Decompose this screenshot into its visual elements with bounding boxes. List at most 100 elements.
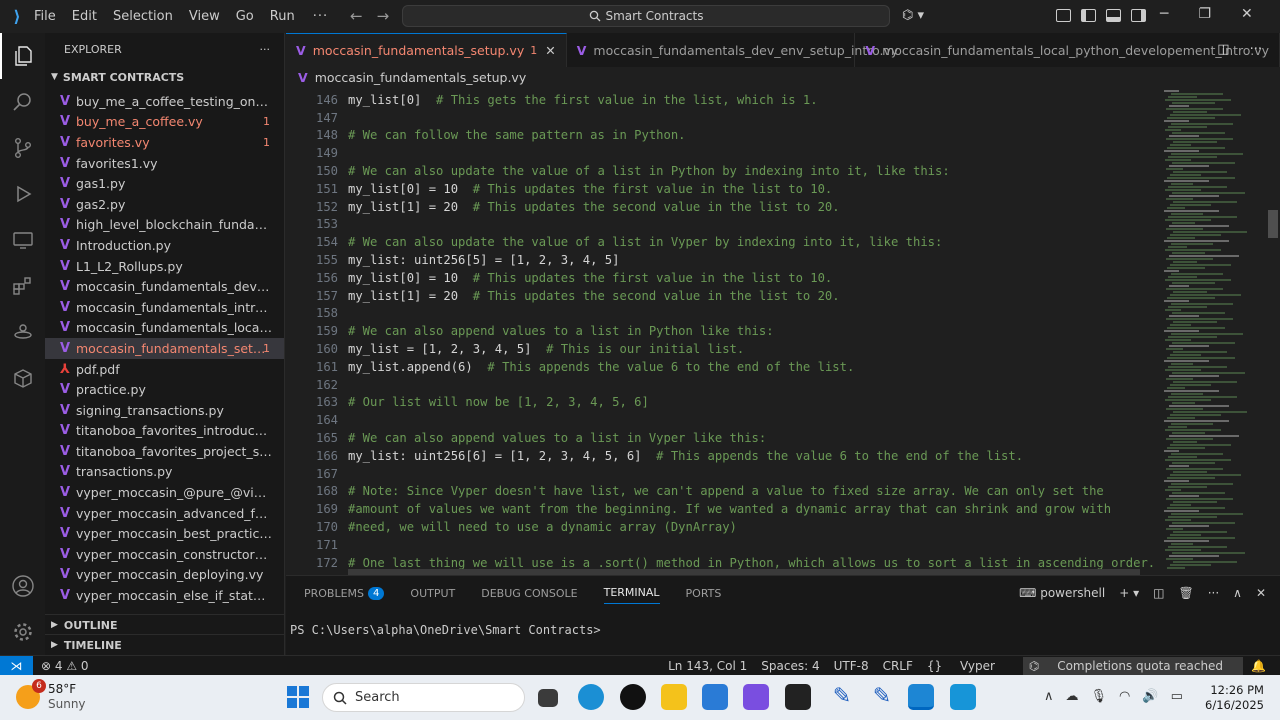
code-editor[interactable]: 146 my_list[0] # This gets the first valu… (286, 87, 1160, 575)
menu-item-run[interactable]: Run (270, 9, 295, 24)
panel-tab-problems[interactable]: PROBLEMS 4 (304, 586, 385, 600)
forward-arrow-icon[interactable]: → (377, 7, 390, 25)
file-item[interactable]: Vbuy_me_a_coffee.vy 1 (45, 112, 284, 133)
file-item[interactable]: Vvyper_moccasin_else_if_statements.vy (45, 585, 284, 606)
file-item[interactable]: Vtransactions.py (45, 462, 284, 483)
settings-gear-icon[interactable] (0, 609, 45, 655)
extensions-icon[interactable] (0, 263, 45, 309)
outline-section[interactable]: ▶ OUTLINE (45, 614, 284, 635)
screen-app-icon[interactable] (950, 684, 976, 710)
menu-more-icon[interactable]: ··· (313, 9, 328, 24)
accounts-icon[interactable] (0, 563, 45, 609)
clipchamp-icon[interactable] (743, 684, 769, 710)
clock[interactable]: 12:26 PM 6/16/2025 (1205, 683, 1264, 713)
toggle-secondary-sidebar-icon[interactable] (1131, 9, 1146, 22)
chevron-up-icon[interactable]: ∧ (1044, 689, 1054, 704)
copilot-icon[interactable]: ⌬ ▾ (902, 8, 924, 23)
minimize-icon[interactable]: ─ (1160, 6, 1168, 22)
split-terminal-icon[interactable]: ◫ (1153, 586, 1164, 600)
editor-tab[interactable]: Vmoccasin_fundamentals_dev_env_setup_int… (567, 33, 898, 67)
terminal-app-icon[interactable] (785, 684, 811, 710)
file-item[interactable]: ⅄ pdf.pdf (45, 359, 284, 380)
file-item[interactable]: Vvyper_moccasin_advanced_functions... (45, 503, 284, 524)
taskbar-search[interactable]: Search (322, 683, 525, 712)
volume-icon[interactable]: 🔊 (1142, 689, 1158, 704)
menu-item-file[interactable]: File (34, 9, 56, 24)
close-tab-icon[interactable]: ✕ (545, 43, 555, 58)
pen-icon[interactable]: ✎ (829, 684, 855, 710)
file-item[interactable]: Vtitanoboa_favorites_introduction.vy (45, 421, 284, 442)
network-icon[interactable]: ☁ (1066, 689, 1079, 704)
language-mode[interactable]: {} Vyper (927, 659, 1009, 673)
genie-icon[interactable] (0, 309, 45, 355)
cursor-position[interactable]: Ln 143, Col 1 (668, 659, 747, 673)
terminal-shell[interactable]: ⌨ powershell (1019, 586, 1105, 600)
add-terminal-icon[interactable]: + ▾ (1119, 586, 1139, 600)
run-debug-icon[interactable] (0, 171, 45, 217)
restore-icon[interactable]: ❐ (1198, 6, 1211, 22)
file-item[interactable]: Vpractice.py (45, 379, 284, 400)
file-item[interactable]: Vsigning_transactions.py (45, 400, 284, 421)
breadcrumb[interactable]: V moccasin_fundamentals_setup.vy (286, 67, 1280, 87)
file-explorer-icon[interactable] (661, 684, 687, 710)
toggle-primary-sidebar-icon[interactable] (1081, 9, 1096, 22)
minimap[interactable] (1160, 87, 1280, 575)
file-item[interactable]: Vfavorites1.vy (45, 153, 284, 174)
panel-tab-debug-console[interactable]: DEBUG CONSOLE (481, 587, 577, 600)
file-item[interactable]: Vtitanoboa_favorites_project_setup.vy (45, 441, 284, 462)
editor-tab[interactable]: Vmoccasin_fundamentals_local_python_deve… (855, 33, 1280, 67)
command-center-search[interactable]: Smart Contracts (402, 5, 890, 27)
file-item[interactable]: Vgas1.py (45, 173, 284, 194)
weather-widget[interactable]: 6 58°F Sunny (16, 679, 86, 712)
pen-icon[interactable]: ✎ (869, 684, 895, 710)
source-control-icon[interactable] (0, 125, 45, 171)
file-item[interactable]: Vmoccasin_fundamentals_introductio... (45, 297, 284, 318)
vertical-scrollbar[interactable] (1268, 210, 1278, 238)
maximize-panel-icon[interactable]: ∧ (1233, 586, 1242, 600)
more-actions-icon[interactable]: ··· (1250, 42, 1262, 57)
timeline-section[interactable]: ▶ TIMELINE (45, 634, 284, 655)
trash-icon[interactable]: 🗑 (1178, 586, 1193, 600)
workspace-folder[interactable]: ▼ SMART CONTRACTS (45, 66, 284, 88)
file-item[interactable]: Vvyper_moccasin_@pure_@view.vy (45, 482, 284, 503)
search-sidebar-icon[interactable] (0, 79, 45, 125)
indentation[interactable]: Spaces: 4 (761, 659, 819, 673)
tiktok-icon[interactable] (620, 684, 646, 710)
line-ending[interactable]: CRLF (883, 659, 913, 673)
close-panel-icon[interactable]: ✕ (1256, 586, 1266, 600)
toggle-panel-icon[interactable] (1106, 9, 1121, 22)
package-icon[interactable] (0, 355, 45, 401)
close-window-icon[interactable]: ✕ (1241, 6, 1253, 22)
edge-browser-icon[interactable] (578, 684, 604, 710)
panel-tab-output[interactable]: OUTPUT (410, 587, 455, 600)
remote-explorer-icon[interactable] (0, 217, 45, 263)
file-item[interactable]: Vbuy_me_a_coffee_testing_on_tenderl... (45, 91, 284, 112)
editor-tab[interactable]: Vmoccasin_fundamentals_setup.vy 1 ✕ (286, 33, 567, 67)
panel-tab-terminal[interactable]: TERMINAL (603, 586, 660, 604)
file-item[interactable]: Vvyper_moccasin_constructor_init_@d... (45, 544, 284, 565)
problems-count[interactable]: ⊗ 4 ⚠ 0 (41, 659, 89, 673)
file-item[interactable]: Vfavorites.vy 1 (45, 132, 284, 153)
file-item[interactable]: V L1_L2_Rollups.py (45, 256, 284, 277)
start-button-icon[interactable] (287, 686, 309, 708)
file-item[interactable]: V Introduction.py (45, 235, 284, 256)
store-icon[interactable] (702, 684, 728, 710)
notifications-icon[interactable]: 🔔 (1251, 659, 1266, 673)
menu-item-edit[interactable]: Edit (72, 9, 97, 24)
menu-item-go[interactable]: Go (236, 9, 254, 24)
microphone-icon[interactable]: 🎙 (1091, 689, 1108, 704)
file-item[interactable]: Vmoccasin_fundamentals_setup.vy 1 (45, 338, 284, 359)
file-item[interactable]: Vvyper_moccasin_best_practices.py (45, 523, 284, 544)
menu-item-view[interactable]: View (189, 9, 220, 24)
remote-indicator-icon[interactable]: ⋊ (0, 655, 33, 676)
file-item[interactable]: Vmoccasin_fundamentals_local_pytho... (45, 318, 284, 339)
file-item[interactable]: Vhigh_level_blockchain_fundamentals.... (45, 215, 284, 236)
back-arrow-icon[interactable]: ← (350, 7, 363, 25)
file-item[interactable]: Vgas2.py (45, 194, 284, 215)
file-item[interactable]: Vvyper_moccasin_deploying.vy (45, 565, 284, 586)
vscode-taskbar-icon[interactable] (908, 684, 934, 710)
explorer-icon[interactable] (0, 33, 45, 79)
wifi-icon[interactable]: ◠ (1119, 689, 1130, 704)
copilot-quota[interactable]: ⌬ Completions quota reached (1022, 657, 1244, 675)
terminal-output[interactable]: PS C:\Users\alpha\OneDrive\Smart Contrac… (290, 623, 601, 637)
